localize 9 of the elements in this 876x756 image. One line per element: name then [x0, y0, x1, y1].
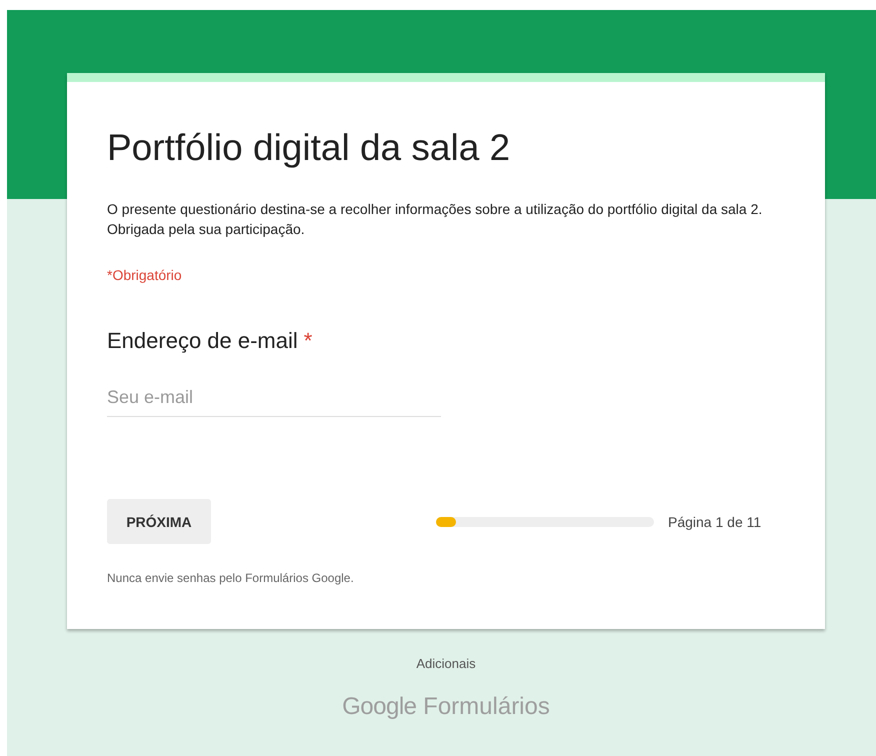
question-label: Endereço de e-mail — [107, 328, 298, 354]
page-indicator: Página 1 de 11 — [668, 514, 762, 530]
next-button[interactable]: PRÓXIMA — [107, 499, 211, 544]
required-note: *Obrigatório — [107, 267, 183, 283]
form-title: Portfólio digital da sala 2 — [107, 126, 512, 170]
password-warning: Nunca envie senhas pelo Formulários Google. — [107, 571, 355, 585]
form-description: O presente questionário destina-se a recolher informações sobre a utilização do portfólio digital da sala 2. Obrigada pela sua participação. — [107, 200, 764, 239]
required-mark: * — [304, 328, 312, 354]
footer-text: Adicionais — [416, 656, 476, 671]
